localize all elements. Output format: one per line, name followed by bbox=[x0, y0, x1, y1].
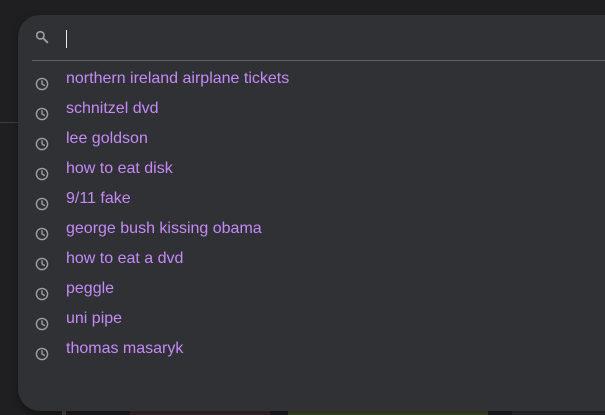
history-icon bbox=[35, 72, 49, 91]
search-divider bbox=[32, 60, 605, 61]
search-input[interactable] bbox=[62, 25, 582, 51]
suggestion-label: peggle bbox=[66, 280, 115, 297]
suggestion-label: schnitzel dvd bbox=[66, 100, 159, 117]
suggestion-item[interactable]: uni pipe bbox=[18, 304, 605, 334]
suggestion-item[interactable]: peggle bbox=[18, 274, 605, 304]
background-divider bbox=[0, 122, 20, 123]
suggestion-label: how to eat disk bbox=[66, 160, 173, 177]
search-bar bbox=[18, 15, 605, 61]
suggestion-item[interactable]: how to eat a dvd bbox=[18, 244, 605, 274]
suggestion-label: george bush kissing obama bbox=[66, 220, 262, 237]
suggestion-label: how to eat a dvd bbox=[66, 250, 184, 267]
history-icon bbox=[35, 132, 49, 151]
suggestion-label: lee goldson bbox=[66, 130, 148, 147]
history-icon bbox=[35, 282, 49, 301]
suggestion-item[interactable]: how to eat disk bbox=[18, 154, 605, 184]
suggestion-item[interactable]: schnitzel dvd bbox=[18, 94, 605, 124]
suggestion-item[interactable]: george bush kissing obama bbox=[18, 214, 605, 244]
history-icon bbox=[35, 162, 49, 181]
suggestion-item[interactable]: lee goldson bbox=[18, 124, 605, 154]
suggestion-item[interactable]: northern ireland airplane tickets bbox=[18, 64, 605, 94]
search-icon bbox=[34, 29, 50, 45]
suggestion-label: northern ireland airplane tickets bbox=[66, 70, 290, 87]
suggestion-label: thomas masaryk bbox=[66, 340, 184, 357]
search-suggestions-dropdown: northern ireland airplane tickets schnit… bbox=[18, 15, 605, 411]
history-icon bbox=[35, 102, 49, 121]
suggestion-item[interactable]: thomas masaryk bbox=[18, 334, 605, 364]
suggestion-list: northern ireland airplane tickets schnit… bbox=[18, 64, 605, 364]
history-icon bbox=[35, 312, 49, 331]
page: northern ireland airplane tickets schnit… bbox=[0, 0, 605, 415]
history-icon bbox=[35, 222, 49, 241]
suggestion-label: uni pipe bbox=[66, 310, 123, 327]
history-icon bbox=[35, 192, 49, 211]
history-icon bbox=[35, 342, 49, 361]
history-icon bbox=[35, 252, 49, 271]
suggestion-label: 9/11 fake bbox=[66, 190, 131, 207]
text-caret bbox=[66, 30, 67, 48]
suggestion-item[interactable]: 9/11 fake bbox=[18, 184, 605, 214]
